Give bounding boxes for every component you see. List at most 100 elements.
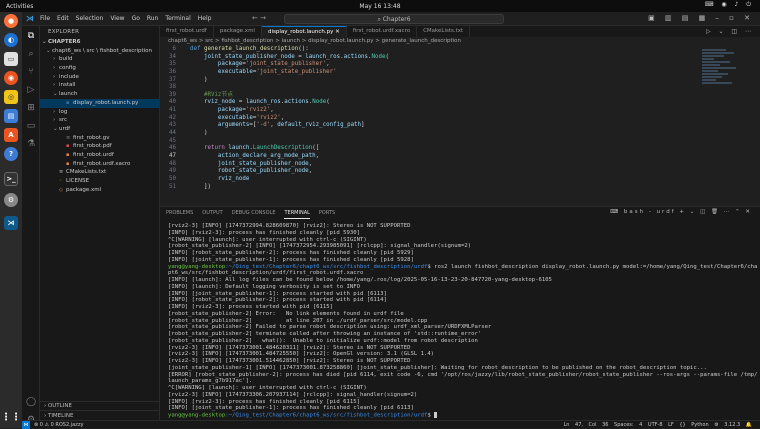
tree-item-label: install [59,82,76,89]
command-center-search[interactable]: ⌕ Chapter6 [284,14,504,24]
tree-item[interactable]: ≡ CMakeLists.txt [40,168,159,177]
tree-item[interactable]: › log [40,108,159,117]
tree-item-label: display_robot.launch.py [73,99,139,106]
show-apps-icon[interactable]: ⋮⋮ [1,410,21,424]
code-text: executable='rviz2', [217,114,285,121]
menu-run[interactable]: Run [147,15,159,22]
terminal-text: ^C[WARNING] [launch]: user interrupted w… [168,236,367,243]
account-icon[interactable]: ◯ [25,396,37,408]
menu-file[interactable]: File [40,15,50,22]
source-control-icon[interactable]: ⑂ [25,66,37,78]
browser-icon[interactable]: ◐ [4,33,18,47]
code-text: joint_state_publisher_node = launch_ros.… [203,53,390,60]
code-editor[interactable]: 6 def generate_launch_description(): 34 jo… [160,46,720,216]
explorer-icon[interactable]: ⧉ [25,30,37,42]
terminal-output[interactable]: [rviz2-3] [INFO] [1747372994.828609870] … [168,223,758,421]
timeline-section[interactable]: › TIMELINE [40,410,160,420]
vscode-icon[interactable]: ⋊ [4,216,18,230]
line-number: 38 [169,84,176,91]
terminal-text: [rviz2-3] [INFO] [1747373001.484725550] … [168,351,435,358]
nav-arrows-icon[interactable]: ← → [252,14,266,22]
search-icon[interactable]: ⌕ [25,48,37,60]
clock[interactable]: May 16 13:48 [0,3,760,10]
files-icon[interactable]: ▭ [4,52,18,66]
code-line: 47 action_declare_arg_mode_path, [160,153,720,161]
explorer-header: EXPLORER [48,29,80,35]
terminal-line: [INFO] [joint_state_publisher-1]: proces… [168,291,758,298]
tree-item[interactable]: ⌄chapt6_ws \ src \ fishbot_description [40,47,159,56]
firefox-icon[interactable]: ● [4,14,18,28]
tree-item[interactable]: ▪ first_robot.urdf [40,151,159,160]
terminal-toolbar[interactable]: ⌨ bash - urdf + ⌄ ◫ 🗑 ⋯ ⌃ ✕ [610,209,752,215]
line-number: 45 [169,137,176,144]
terminal-text: [INFO] [joint_state_publisher-1]: proces… [168,256,414,263]
pdf-file-icon: ▪ [66,143,70,150]
ubuntu-software-icon[interactable]: ◉ [4,71,18,85]
tree-item[interactable]: › build [40,55,159,64]
terminal-icon[interactable]: >_ [4,172,18,186]
panel-tab[interactable]: DEBUG CONSOLE [232,207,276,219]
remote-explorer-icon[interactable]: ▭ [25,120,37,132]
terminal-line: [INFO] [robot_state_publisher-2]: proces… [168,297,758,304]
help-icon[interactable]: ? [4,147,18,161]
tree-item-label: first_robot.urdf.xacro [73,160,131,167]
panel-tab[interactable]: OUTPUT [202,207,222,219]
menu-view[interactable]: View [110,15,124,22]
tree-item[interactable]: ⌄urdf [40,125,159,134]
tree-item[interactable]: ◇ package.xml [40,186,159,195]
tree-item[interactable]: ▪ display_robot.launch.py [40,98,159,108]
breadcrumb[interactable]: chapt6_ws > src > fishbot_description > … [160,37,760,46]
system-tray[interactable]: ⌨ ◉ ♪ ⏻ [705,1,754,9]
editor-actions[interactable]: ▷ ⌄ ◫ ⋯ [706,28,754,35]
editor-tab[interactable]: display_robot.launch.py ✕ [261,26,347,37]
terminal-text: [rviz2-3] [INFO] [1747373001.514462850] … [168,358,411,364]
tree-item[interactable]: ▪ first_robot.urdf.xacro [40,160,159,169]
outline-section[interactable]: › OUTLINE [40,401,160,410]
editor-tab[interactable]: first_robot.urdf.xacro [347,26,418,37]
menu-terminal[interactable]: Terminal [165,15,190,22]
tree-item[interactable]: › config [40,64,159,73]
editor-tab[interactable]: first_robot.urdf [160,26,214,37]
terminal-text: [INFO] [launch]: Default logging verbosi… [168,283,360,290]
settings-icon[interactable]: ⚙ [4,193,18,207]
terminal-line: [rviz2-3] [INFO] [1747372994.828609870] … [168,223,758,230]
terminal-cursor [434,412,438,418]
line-number: 35 [169,61,176,68]
tree-item[interactable]: › include [40,73,159,82]
tree-item[interactable]: ◦ LICENSE [40,177,159,186]
explorer-root[interactable]: ⌄CHAPTER6 [40,38,159,47]
menu-selection[interactable]: Selection [76,15,104,22]
panel-tab[interactable]: PORTS [319,207,335,219]
editor-tab[interactable]: CMakeLists.txt [417,26,471,37]
menu-edit[interactable]: Edit [57,15,69,22]
tree-item[interactable]: › install [40,81,159,90]
writer-icon[interactable]: ▤ [4,109,18,123]
line-number: 42 [169,114,176,121]
rhythmbox-icon[interactable]: ◎ [4,90,18,104]
window-controls[interactable]: ▣ ▥ ▤ ▦ – ▫ ✕ [648,14,754,22]
close-tab-icon[interactable]: ✕ [333,29,340,35]
panel-tab[interactable]: PROBLEMS [166,207,193,219]
menu-help[interactable]: Help [198,15,212,22]
terminal-text: [ERROR] [robot_state_publisher-2]: proce… [168,371,758,378]
extensions-icon[interactable]: ⊞ [25,102,37,114]
code-line: 45 [160,138,720,146]
tree-item[interactable]: ▪ first_robot.pdf [40,142,159,151]
run-debug-icon[interactable]: ▷ [25,84,37,96]
terminal-line: [robot_state_publisher-2] at line 207 in… [168,318,758,325]
tree-item[interactable]: ⌄launch [40,90,159,99]
line-number: 39 [169,91,176,98]
tree-item[interactable]: ≡ first_robot.gv [40,134,159,143]
testing-icon[interactable]: ⚗ [25,138,37,150]
code-line: 35 package='joint_state_publisher', [160,61,720,69]
terminal-text: pt6_ws/src/fishbot_description/urdf/firs… [168,270,364,277]
app-center-icon[interactable]: A [4,128,18,142]
menu-go[interactable]: Go [132,15,140,22]
xml-file-icon: ◇ [59,186,63,193]
terminal-line: [robot_state_publisher-2] [INFO] [174737… [168,243,758,250]
panel-tab[interactable]: TERMINAL [284,207,310,219]
bottom-panel: PROBLEMS OUTPUT DEBUG CONSOLE TERMINAL PORTS… [160,206,760,420]
minimap[interactable] [702,48,742,108]
editor-tab[interactable]: package.xml [214,26,262,37]
tree-item[interactable]: › src [40,116,159,125]
